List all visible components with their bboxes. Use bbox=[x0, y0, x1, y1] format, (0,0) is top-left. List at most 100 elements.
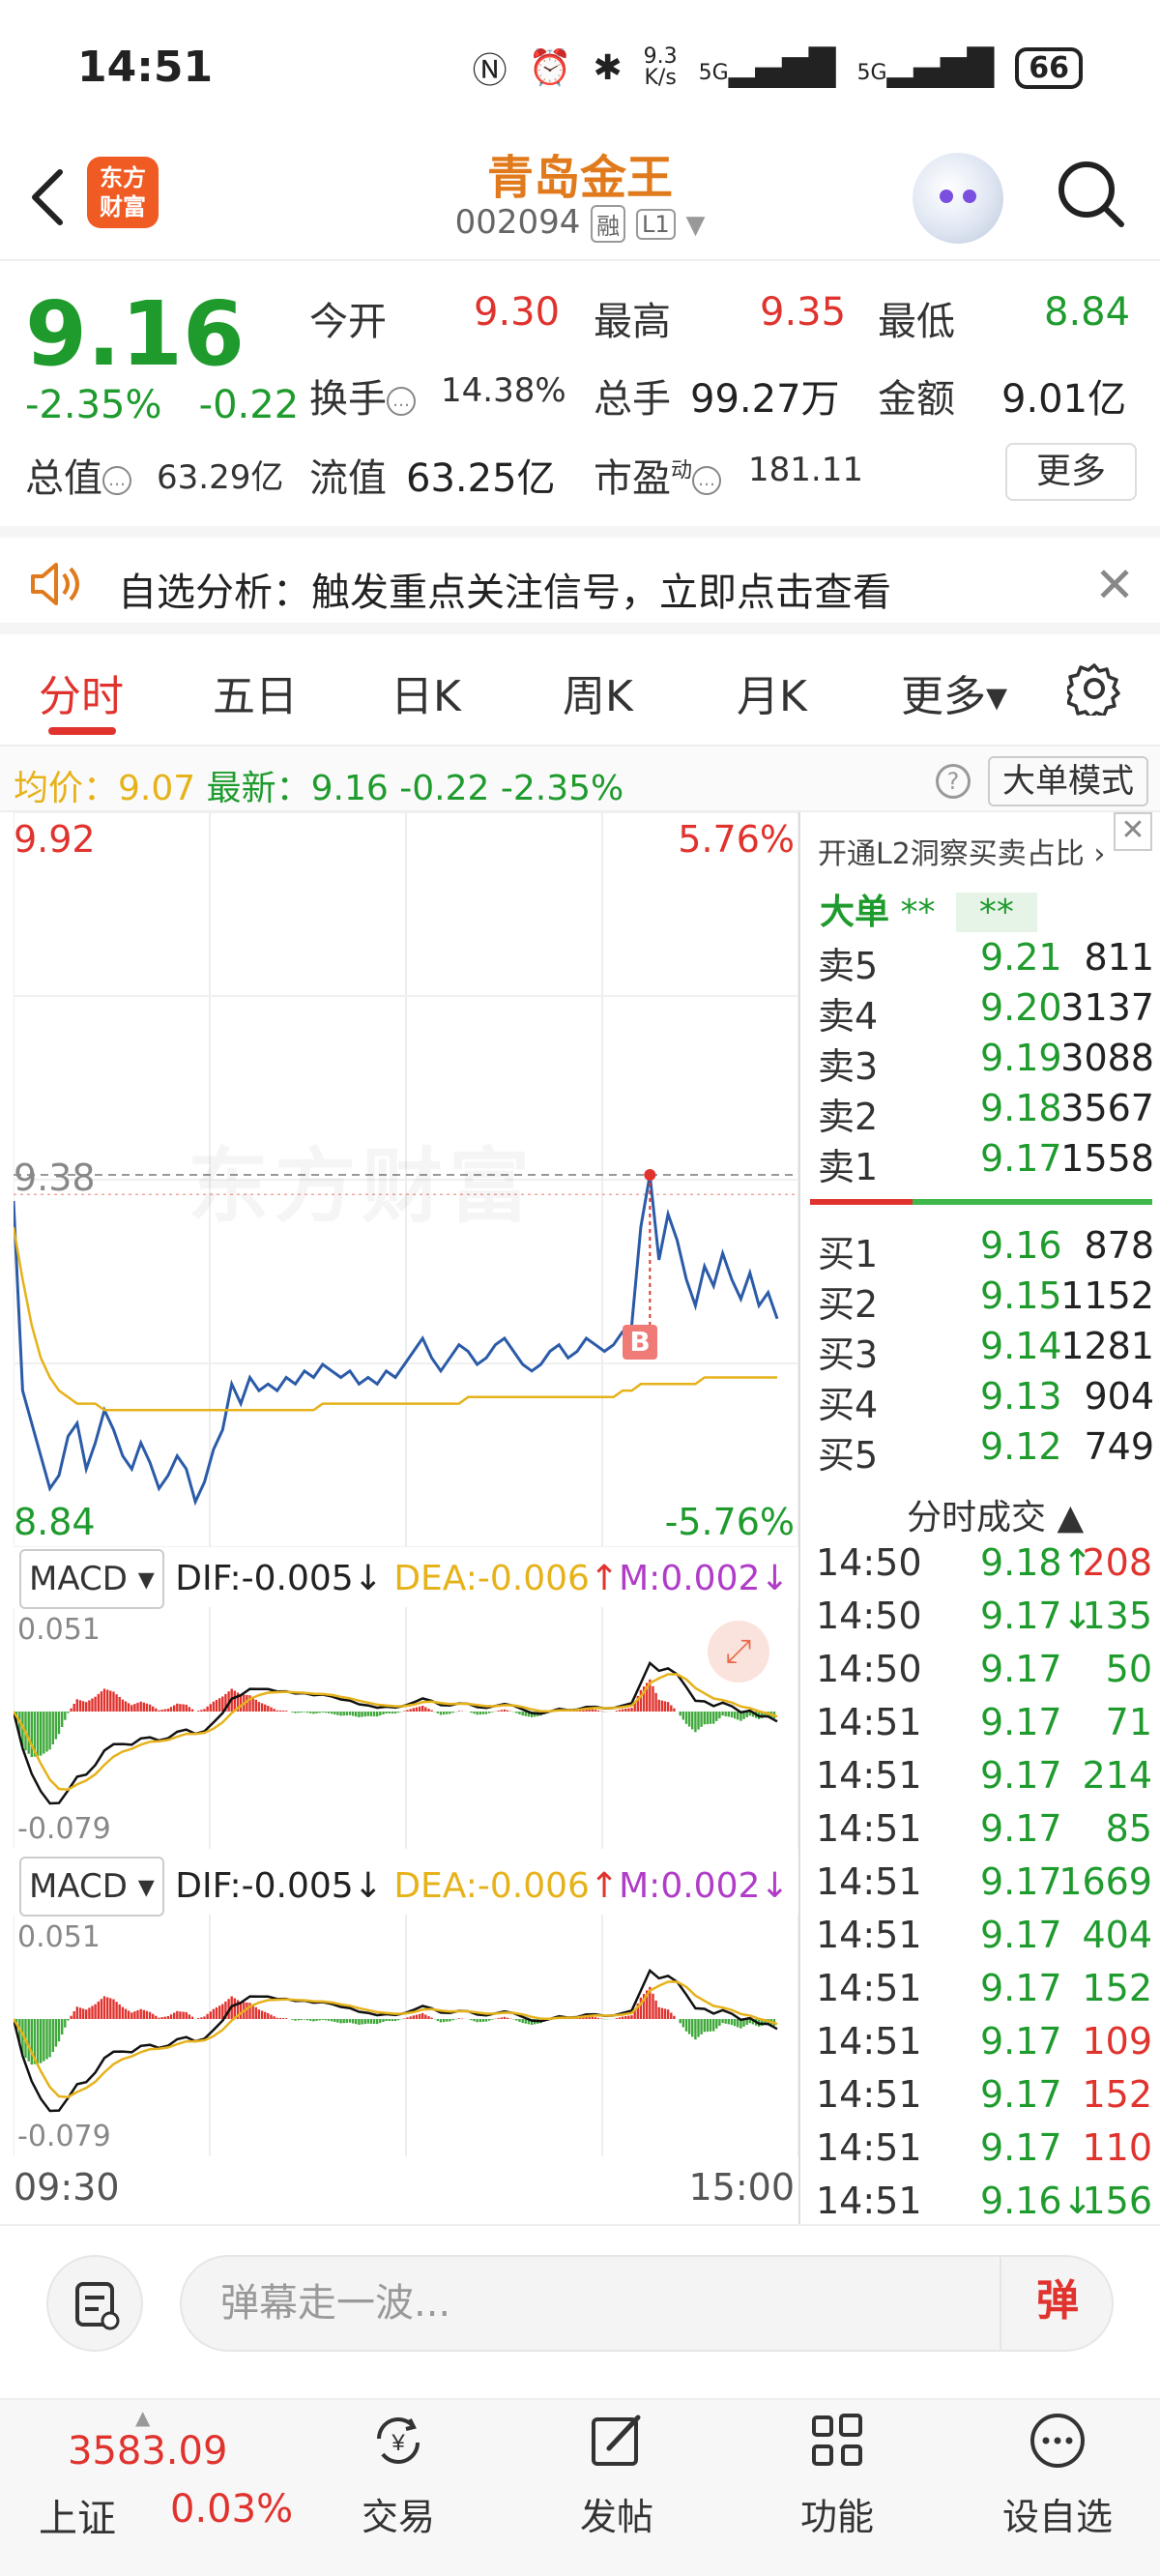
nav-post-label: 发帖 bbox=[579, 2496, 653, 2538]
info-icon[interactable]: … bbox=[102, 466, 131, 495]
turnover-label: 换手… bbox=[309, 367, 416, 424]
trade-volume: 85 bbox=[1105, 1807, 1152, 1850]
stock-code-row[interactable]: 002094 融 L1 ▼ bbox=[387, 203, 773, 243]
trade-price: 9.18↑ bbox=[980, 1541, 1093, 1584]
bid-volume: 749 bbox=[1084, 1425, 1154, 1468]
comment-settings-button[interactable] bbox=[46, 2255, 143, 2352]
ask-price: 9.21 bbox=[980, 936, 1062, 979]
tab-weekly-k[interactable]: 周K bbox=[563, 661, 633, 723]
watermark: 东方财富 bbox=[188, 1122, 536, 1239]
trade-price: 9.16↓ bbox=[980, 2180, 1093, 2222]
big-order-mode-button[interactable]: 大单模式 bbox=[988, 756, 1148, 806]
bottom-nav: ▲ 3583.09 上证 0.03% ¥ 交易 发帖 功能 设自选 bbox=[0, 2398, 1160, 2576]
ask-row[interactable]: 卖5 9.21 811 bbox=[810, 936, 1154, 987]
bid-price: 9.14 bbox=[980, 1325, 1062, 1367]
tab-daily-k[interactable]: 日K bbox=[391, 661, 461, 723]
search-button[interactable] bbox=[1054, 157, 1127, 230]
ask-row[interactable]: 卖3 9.19 3088 bbox=[810, 1037, 1154, 1088]
macd-name: MACD bbox=[29, 1560, 128, 1598]
nav-add-watchlist[interactable]: 设自选 bbox=[990, 2410, 1125, 2540]
stock-code: 002094 bbox=[454, 203, 581, 242]
ask-price: 9.20 bbox=[980, 986, 1062, 1029]
trade-row: 14:51 9.17 152 bbox=[810, 1967, 1154, 2020]
comment-settings-icon bbox=[75, 2282, 120, 2330]
ask-volume: 811 bbox=[1084, 936, 1154, 979]
tab-intraday[interactable]: 分时 bbox=[39, 661, 124, 723]
back-button[interactable] bbox=[23, 159, 81, 236]
info-icon[interactable]: … bbox=[387, 387, 416, 416]
macd-indicator-select[interactable]: MACD ▾ bbox=[19, 1549, 164, 1609]
danmu-toggle-button[interactable]: 弹 bbox=[1000, 2255, 1114, 2352]
avg-label: 均价： bbox=[14, 769, 119, 808]
trade-time: 14:50 bbox=[816, 1541, 922, 1584]
macd-dea-line bbox=[12, 1980, 778, 2098]
trade-price: 9.17 bbox=[980, 1967, 1062, 2009]
close-icon[interactable]: ✕ bbox=[1114, 812, 1152, 851]
settings-button[interactable] bbox=[1064, 661, 1121, 719]
index-ticker[interactable]: ▲ 3583.09 上证 0.03% bbox=[0, 2400, 293, 2576]
stock-name[interactable]: 青岛金王 bbox=[387, 139, 773, 207]
status-bar: 14:51 Ⓝ ⏰ ✱ 9.3 K/s 5G▂▄▆█ 5G▂▄▆█ 66 bbox=[0, 0, 1160, 135]
info-icon[interactable]: … bbox=[692, 466, 722, 495]
trade-row: 14:51 9.17 214 bbox=[810, 1754, 1154, 1807]
macd-chart-2[interactable]: 0.051 -0.079 bbox=[12, 1915, 799, 2156]
trade-volume: 214 bbox=[1082, 1754, 1152, 1797]
ask-row[interactable]: 卖2 9.18 3567 bbox=[810, 1087, 1154, 1138]
eastmoney-logo[interactable]: 东方 财富 bbox=[87, 157, 159, 228]
expand-icon[interactable]: ⤢ bbox=[708, 1621, 769, 1683]
order-book-panel: 开通L2洞察买卖占比 › ✕ 大单 ** ** 卖5 9.21 811 卖4 9.20 3… bbox=[798, 812, 1160, 2224]
trades-title[interactable]: 分时成交 ▲ bbox=[907, 1489, 1084, 1539]
trade-row: 14:51 9.17 110 bbox=[810, 2126, 1154, 2180]
tab-more[interactable]: 更多▾ bbox=[901, 661, 1007, 723]
search-icon bbox=[1058, 161, 1124, 227]
nav-add-watchlist-label: 设自选 bbox=[1001, 2496, 1113, 2538]
float-value: 63.25亿 bbox=[406, 456, 556, 501]
bid-ask-ratio-bar-red bbox=[810, 1199, 913, 1205]
turnover-label-text: 换手 bbox=[309, 377, 387, 422]
bid-row[interactable]: 买3 9.14 1281 bbox=[810, 1325, 1154, 1376]
ask-row[interactable]: 卖4 9.20 3137 bbox=[810, 986, 1154, 1038]
nav-trade[interactable]: ¥ 交易 bbox=[331, 2410, 466, 2540]
l2-upgrade-link[interactable]: 开通L2洞察买卖占比 › bbox=[818, 830, 1105, 872]
trade-time: 14:51 bbox=[816, 1860, 922, 1903]
intraday-chart-area[interactable]: 9.92 5.76% 9.38 8.84 -5.76% 东方财富 B MACD … bbox=[12, 811, 799, 2209]
bid-volume: 1152 bbox=[1060, 1274, 1154, 1317]
more-quote-button[interactable]: 更多 bbox=[1005, 443, 1137, 501]
nav-post[interactable]: 发帖 bbox=[549, 2410, 684, 2540]
price-chart[interactable]: 9.92 5.76% 9.38 8.84 -5.76% 东方财富 B bbox=[12, 811, 799, 1548]
ask-row[interactable]: 卖1 9.17 1558 bbox=[810, 1137, 1154, 1188]
banner-text[interactable]: 自选分析：触发重点关注信号，立即点击查看 bbox=[118, 561, 891, 617]
bid-row[interactable]: 买5 9.12 749 bbox=[810, 1425, 1154, 1477]
bid-row[interactable]: 买4 9.13 904 bbox=[810, 1375, 1154, 1426]
buy-marker[interactable]: B bbox=[623, 1325, 657, 1360]
signal-icon-2: 5G▂▄▆█ bbox=[856, 47, 995, 88]
bid-row[interactable]: 买2 9.15 1152 bbox=[810, 1274, 1154, 1326]
ask-label: 卖5 bbox=[818, 945, 879, 987]
bid-label: 买2 bbox=[818, 1283, 879, 1326]
nav-functions[interactable]: 功能 bbox=[769, 2410, 905, 2540]
trade-row: 14:51 9.17 1669 bbox=[810, 1860, 1154, 1914]
danmu-input[interactable]: 弹幕走一波... bbox=[180, 2255, 1114, 2352]
macd-indicator-select[interactable]: MACD ▾ bbox=[19, 1857, 164, 1917]
macd-m: M:0.002 bbox=[619, 1559, 761, 1598]
chart-tabs: 分时 五日 日K 周K 月K 更多▾ bbox=[0, 638, 1160, 741]
trade-row: 14:50 9.17↓ 135 bbox=[810, 1595, 1154, 1648]
logo-text-2: 财富 bbox=[100, 193, 146, 220]
macd-chart-1[interactable]: 0.051 -0.079 ⤢ bbox=[12, 1607, 799, 1849]
trade-volume: 152 bbox=[1082, 2073, 1152, 2116]
tab-five-day[interactable]: 五日 bbox=[213, 661, 298, 723]
bid-price: 9.13 bbox=[980, 1375, 1062, 1418]
analysis-banner[interactable]: 自选分析：触发重点关注信号，立即点击查看 ✕ bbox=[0, 526, 1160, 634]
status-icons: Ⓝ ⏰ ✱ 9.3 K/s 5G▂▄▆█ 5G▂▄▆█ 66 bbox=[473, 43, 1083, 93]
x-axis-end: 15:00 bbox=[688, 2166, 795, 2209]
help-icon[interactable]: ? bbox=[936, 764, 971, 799]
trade-time: 14:51 bbox=[816, 2073, 922, 2116]
bid-row[interactable]: 买1 9.16 878 bbox=[810, 1224, 1154, 1275]
alarm-icon: ⏰ bbox=[528, 48, 572, 88]
edit-post-icon bbox=[592, 2415, 641, 2466]
trade-price: 9.17 bbox=[980, 1754, 1062, 1797]
robot-assistant-avatar[interactable] bbox=[913, 153, 1003, 244]
macd-bottom-label: -0.079 bbox=[17, 2120, 111, 2153]
tab-monthly-k[interactable]: 月K bbox=[737, 661, 807, 723]
close-icon[interactable]: ✕ bbox=[1094, 557, 1135, 613]
